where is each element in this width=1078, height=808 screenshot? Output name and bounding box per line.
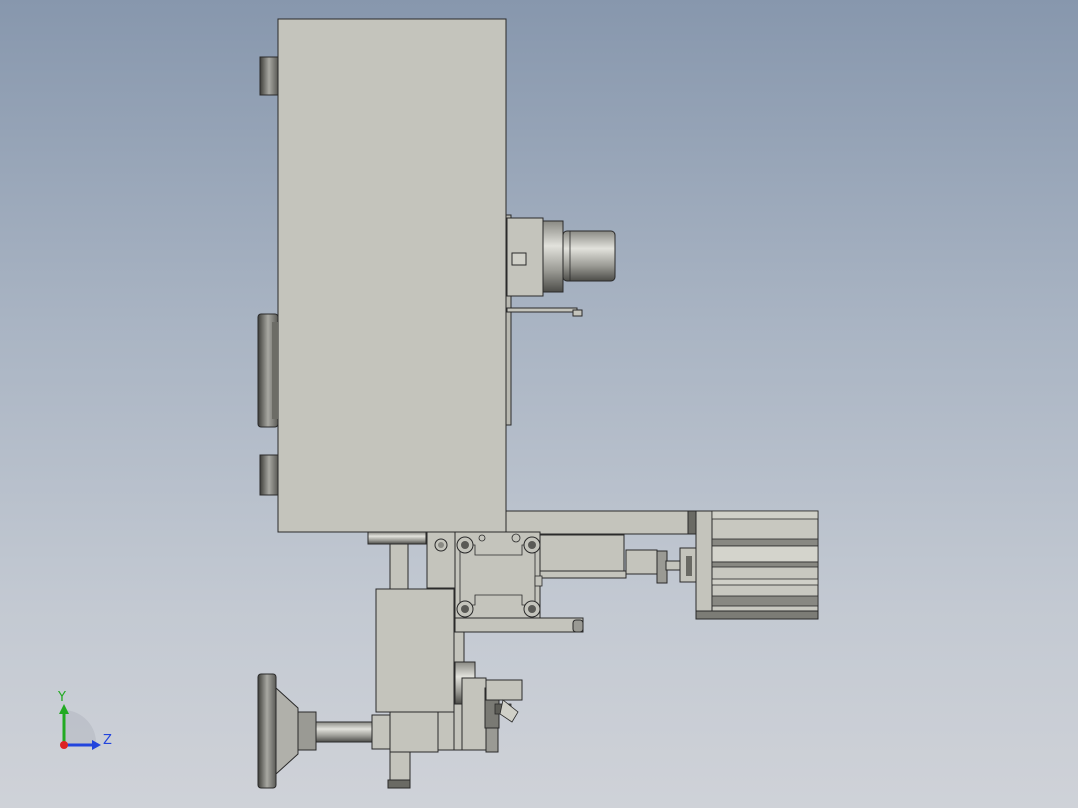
shaft-collar[interactable] [367, 531, 427, 591]
bottom-arm[interactable] [505, 510, 697, 535]
main-housing[interactable] [277, 18, 507, 533]
z-axis-label: Z [103, 733, 112, 748]
right-motor-assembly[interactable] [506, 217, 616, 317]
y-axis-label: Y [57, 690, 66, 705]
small-cylinder[interactable] [454, 661, 523, 753]
lower-block[interactable] [375, 588, 465, 789]
cad-viewport[interactable]: Y Z [0, 0, 1078, 808]
handwheel[interactable] [257, 673, 391, 789]
left-boss-bottom[interactable] [259, 454, 279, 496]
axis-triad: Y Z [57, 690, 112, 750]
left-boss-top[interactable] [259, 56, 279, 96]
left-flange-middle[interactable] [257, 313, 279, 428]
